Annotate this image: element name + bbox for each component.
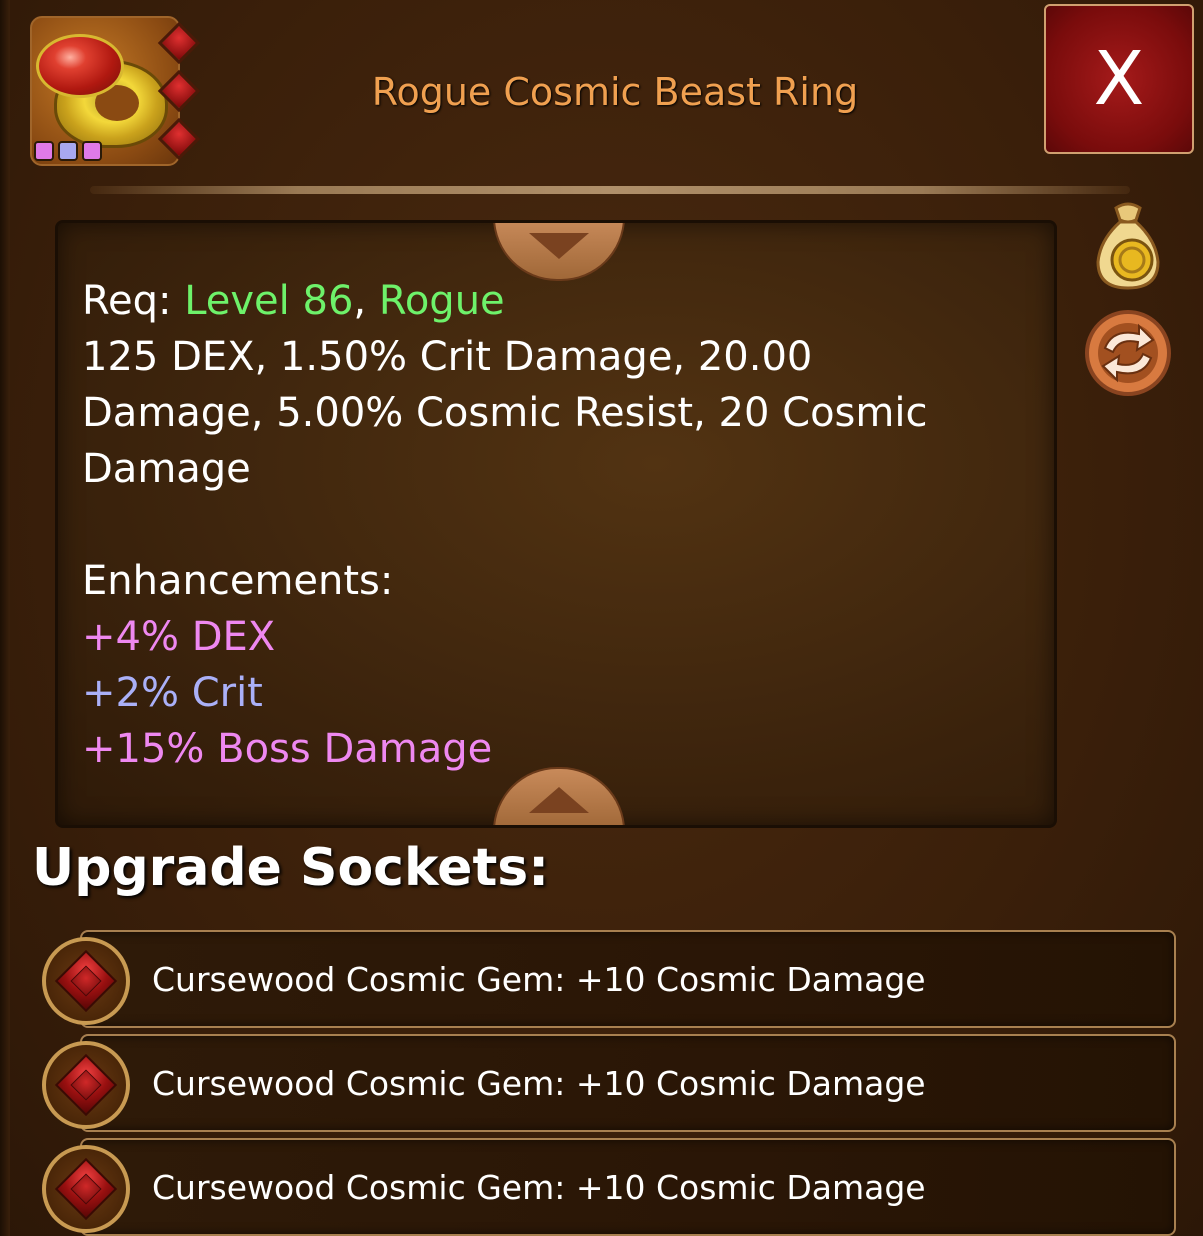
requirement-separator: , xyxy=(353,278,379,324)
enhancement-crit: +2% Crit xyxy=(82,670,263,716)
item-stats-text: Req: Level 86, Rogue 125 DEX, 1.50% Crit… xyxy=(82,273,1022,777)
stat-line: 125 DEX, 1.50% Crit Damage, 20.00 xyxy=(82,334,813,380)
socket-label: Cursewood Cosmic Gem: +10 Cosmic Damage xyxy=(152,1064,926,1103)
socket-row[interactable]: Cursewood Cosmic Gem: +10 Cosmic Damage xyxy=(80,1034,1176,1132)
gem-facet xyxy=(70,965,102,997)
quality-dot xyxy=(58,141,78,161)
scroll-up-button[interactable] xyxy=(493,223,625,281)
requirement-line: Req: Level 86, Rogue xyxy=(82,273,1022,329)
requirement-prefix: Req: xyxy=(82,278,185,324)
close-button[interactable]: X xyxy=(1044,4,1194,154)
swap-button[interactable] xyxy=(1083,308,1173,398)
stat-line: Damage xyxy=(82,446,251,492)
quality-dot xyxy=(82,141,102,161)
upgrade-sockets-heading: Upgrade Sockets: xyxy=(32,838,550,898)
socket-gem-slot[interactable] xyxy=(42,1145,130,1233)
enhancement-dex: +4% DEX xyxy=(82,614,276,660)
socket-diamond-icon xyxy=(157,21,201,65)
gem-facet xyxy=(70,1069,102,1101)
title-divider xyxy=(90,186,1130,194)
socket-diamond-icon xyxy=(157,69,201,113)
close-icon: X xyxy=(1093,36,1145,122)
requirement-level: Level 86 xyxy=(184,278,354,324)
socket-label: Cursewood Cosmic Gem: +10 Cosmic Damage xyxy=(152,1168,926,1207)
socket-row[interactable]: Cursewood Cosmic Gem: +10 Cosmic Damage xyxy=(80,930,1176,1028)
red-gem-icon xyxy=(54,949,118,1013)
frame-left-edge xyxy=(0,0,10,1236)
red-gem-icon xyxy=(54,1053,118,1117)
socket-gem-slot[interactable] xyxy=(42,1041,130,1129)
socket-indicators xyxy=(157,21,204,161)
quality-dot xyxy=(34,141,54,161)
quality-dots xyxy=(34,141,102,163)
chevron-down-icon xyxy=(529,233,589,259)
sell-button[interactable] xyxy=(1092,200,1164,292)
swap-arrows-icon xyxy=(1085,310,1171,396)
red-gem-icon xyxy=(54,1157,118,1221)
coin-bag-icon xyxy=(1096,202,1160,290)
ruby-ring-icon xyxy=(36,34,124,98)
socket-row[interactable]: Cursewood Cosmic Gem: +10 Cosmic Damage xyxy=(80,1138,1176,1236)
item-title: Rogue Cosmic Beast Ring xyxy=(371,70,859,114)
socket-gem-slot[interactable] xyxy=(42,937,130,1025)
requirement-class: Rogue xyxy=(378,278,505,324)
item-stats-panel[interactable]: Req: Level 86, Rogue 125 DEX, 1.50% Crit… xyxy=(55,220,1057,828)
enhancements-heading: Enhancements: xyxy=(82,558,394,604)
socket-label: Cursewood Cosmic Gem: +10 Cosmic Damage xyxy=(152,960,926,999)
gem-facet xyxy=(70,1173,102,1205)
chevron-up-icon xyxy=(529,787,589,813)
socket-diamond-icon xyxy=(157,117,201,161)
stat-line: Damage, 5.00% Cosmic Resist, 20 Cosmic xyxy=(82,390,928,436)
